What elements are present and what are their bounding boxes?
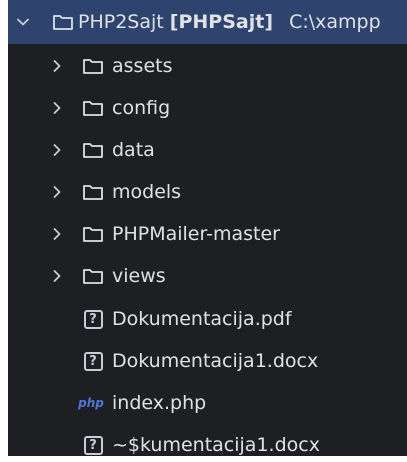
unknown-file-icon: ?: [80, 434, 106, 456]
tree-item-file-dokumentacija-pdf[interactable]: ? Dokumentacija.pdf: [8, 298, 407, 340]
module-name: [PHPSajt]: [169, 11, 274, 33]
tree-item-folder-config[interactable]: config: [8, 87, 407, 129]
folder-icon: [50, 11, 76, 33]
tree-item-label: assets: [112, 55, 173, 77]
tree-item-label: index.php: [112, 392, 207, 414]
chevron-right-icon[interactable]: [48, 99, 66, 117]
tree-item-label: models: [112, 181, 182, 203]
tree-item-label: ~$kumentacija1.docx: [112, 434, 320, 456]
tree-item-label: Dokumentacija.pdf: [112, 308, 292, 330]
chevron-right-icon[interactable]: [48, 141, 66, 159]
tree-item-folder-assets[interactable]: assets: [8, 45, 407, 87]
tree-item-folder-models[interactable]: models: [8, 171, 407, 213]
tree-item-label: data: [112, 139, 155, 161]
project-path: C:\xampp: [289, 11, 381, 33]
tree-item-label: Dokumentacija1.docx: [112, 350, 319, 372]
php-file-icon: php: [78, 396, 104, 410]
tree-item-file-index-php[interactable]: php index.php: [8, 382, 407, 424]
folder-icon: [80, 181, 106, 203]
tree-item-folder-phpmailer-master[interactable]: PHPMailer-master: [8, 213, 407, 255]
tree-item-file-temp-docx[interactable]: ? ~$kumentacija1.docx: [8, 424, 407, 456]
folder-icon: [80, 55, 106, 77]
tree-item-folder-views[interactable]: views: [8, 255, 407, 297]
tree-item-folder-data[interactable]: data: [8, 129, 407, 171]
tree-item-file-dokumentacija1-docx[interactable]: ? Dokumentacija1.docx: [8, 340, 407, 382]
project-name: PHP2Sajt: [78, 11, 164, 33]
folder-icon: [80, 223, 106, 245]
chevron-right-icon[interactable]: [48, 225, 66, 243]
folder-icon: [80, 97, 106, 119]
tree-item-label: config: [112, 97, 171, 119]
tree-root-project[interactable]: PHP2Sajt [PHPSajt] C:\xampp: [8, 0, 407, 44]
tree-item-label: views: [112, 265, 166, 287]
folder-icon: [80, 139, 106, 161]
chevron-right-icon[interactable]: [48, 183, 66, 201]
chevron-right-icon[interactable]: [48, 57, 66, 75]
project-tree-panel: PHP2Sajt [PHPSajt] C:\xampp assets confi…: [8, 0, 407, 456]
folder-icon: [80, 265, 106, 287]
tree-item-label: PHPMailer-master: [112, 223, 280, 245]
unknown-file-icon: ?: [80, 308, 106, 330]
unknown-file-icon: ?: [80, 350, 106, 372]
chevron-right-icon[interactable]: [48, 267, 66, 285]
chevron-down-icon[interactable]: [14, 13, 32, 31]
